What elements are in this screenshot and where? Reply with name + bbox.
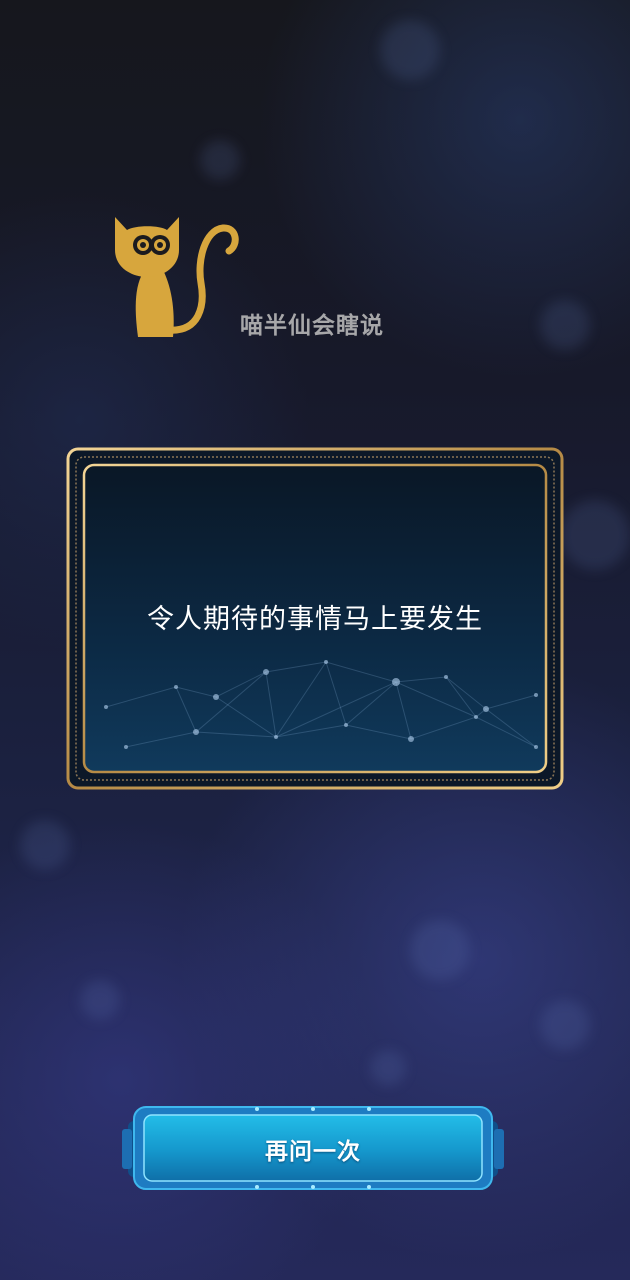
bokeh-light bbox=[560, 500, 630, 570]
bokeh-light bbox=[380, 20, 440, 80]
bokeh-light bbox=[540, 300, 590, 350]
bokeh-light bbox=[200, 140, 240, 180]
cat-icon bbox=[105, 205, 240, 345]
bokeh-light bbox=[80, 980, 120, 1020]
bokeh-light bbox=[540, 1000, 590, 1050]
fortune-card: 令人期待的事情马上要发生 bbox=[66, 447, 564, 790]
bokeh-light bbox=[410, 920, 470, 980]
fortune-message: 令人期待的事情马上要发生 bbox=[147, 604, 483, 635]
bokeh-light bbox=[370, 1050, 406, 1086]
app-title: 喵半仙会瞎说 bbox=[240, 313, 384, 339]
ask-again-button[interactable]: 再问一次 bbox=[122, 1103, 504, 1193]
bokeh-light bbox=[20, 820, 70, 870]
ask-again-label: 再问一次 bbox=[265, 1139, 361, 1165]
